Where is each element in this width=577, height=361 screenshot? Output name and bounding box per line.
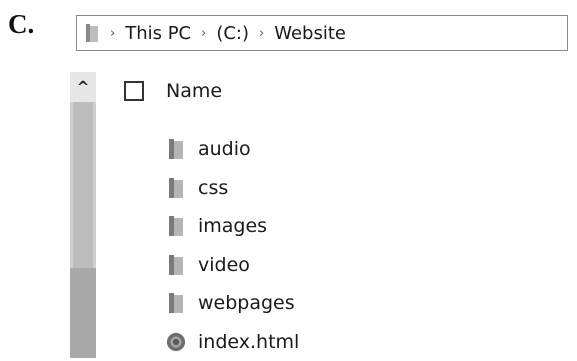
item-label: webpages [198, 292, 295, 314]
vertical-scrollbar[interactable]: ^ [70, 72, 96, 358]
chevron-right-icon: › [201, 26, 206, 41]
list-item-webpages[interactable]: webpages [166, 284, 299, 323]
item-label: audio [198, 138, 251, 160]
option-label: C. [8, 9, 34, 40]
chevron-right-icon: › [110, 26, 115, 41]
folder-icon [166, 254, 186, 276]
breadcrumb-this-pc[interactable]: This PC [125, 23, 191, 44]
item-label: video [198, 254, 250, 276]
scrollbar-thumb[interactable] [73, 102, 93, 268]
item-label: index.html [198, 331, 299, 353]
html-file-icon [166, 331, 186, 353]
list-item-index-html[interactable]: index.html [166, 323, 299, 361]
scroll-up-arrow[interactable]: ^ [70, 72, 96, 102]
chevron-right-icon: › [259, 26, 264, 41]
folder-icon [166, 292, 186, 314]
folder-icon [166, 138, 186, 160]
file-list: audio css images video [166, 130, 299, 361]
list-header: Name [124, 78, 222, 104]
scrollbar-lower-track[interactable] [70, 268, 96, 358]
select-all-checkbox[interactable] [124, 81, 144, 101]
breadcrumb-website[interactable]: Website [274, 23, 346, 44]
item-label: css [198, 177, 228, 199]
list-item-css[interactable]: css [166, 169, 299, 208]
name-column-header[interactable]: Name [166, 80, 222, 102]
folder-icon [166, 177, 186, 199]
address-bar[interactable]: › This PC › (C:) › Website [76, 15, 568, 51]
item-label: images [198, 215, 267, 237]
list-item-images[interactable]: images [166, 207, 299, 246]
breadcrumb-c-drive[interactable]: (C:) [216, 23, 249, 44]
folder-icon [86, 24, 100, 42]
list-item-audio[interactable]: audio [166, 130, 299, 169]
folder-icon [166, 215, 186, 237]
list-item-video[interactable]: video [166, 246, 299, 285]
